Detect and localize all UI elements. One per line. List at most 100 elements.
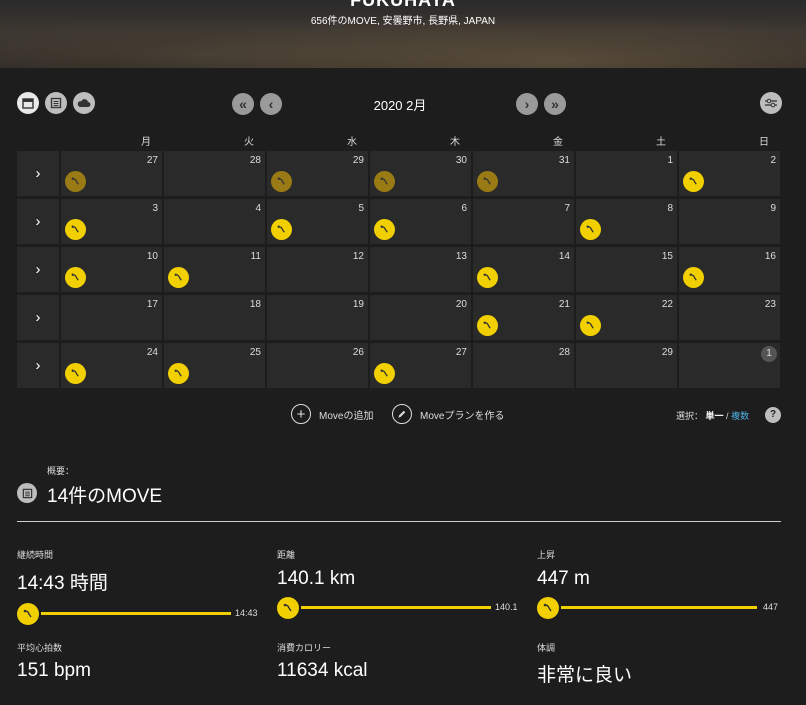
calendar-day-cell[interactable]: 16 [679, 247, 780, 292]
activity-icon[interactable] [374, 171, 395, 192]
calendar-day-cell[interactable]: 23 [679, 295, 780, 340]
hero-banner: FUKUHAYA 656件のMOVE, 安曇野市, 長野県, JAPAN [0, 0, 806, 68]
calendar-day-cell[interactable]: 13 [370, 247, 471, 292]
calendar-day-cell[interactable]: 1 [679, 343, 780, 388]
activity-icon[interactable] [580, 219, 601, 240]
calendar-day-cell[interactable]: 27 [61, 151, 162, 196]
day-number: 3 [152, 203, 158, 214]
calendar-day-cell[interactable]: 6 [370, 199, 471, 244]
calendar-day-cell[interactable]: 27 [370, 343, 471, 388]
activity-icon[interactable] [271, 219, 292, 240]
calendar-day-cell[interactable]: 5 [267, 199, 368, 244]
current-month-label: 2020 2月 [373, 98, 427, 113]
prev-year-button[interactable]: « [232, 93, 254, 115]
next-year-button[interactable]: » [544, 93, 566, 115]
activity-icon[interactable] [168, 363, 189, 384]
calendar-day-cell[interactable]: 3 [61, 199, 162, 244]
week-expand-button[interactable]: › [17, 199, 59, 244]
calendar-day-cell[interactable]: 10 [61, 247, 162, 292]
next-month-button[interactable]: › [516, 93, 538, 115]
calendar-day-cell[interactable]: 18 [164, 295, 265, 340]
activity-icon[interactable] [65, 171, 86, 192]
weekday-header: 火 [244, 137, 254, 148]
calendar-day-cell[interactable]: 11 [164, 247, 265, 292]
week-expand-button[interactable]: › [17, 343, 59, 388]
calendar-day-cell[interactable]: 20 [370, 295, 471, 340]
day-number: 6 [461, 203, 467, 214]
calories-label: 消費カロリー [277, 643, 332, 653]
calendar-day-cell[interactable]: 30 [370, 151, 471, 196]
calendar-day-cell[interactable]: 26 [267, 343, 368, 388]
calendar-day-cell[interactable]: 29 [267, 151, 368, 196]
activity-icon[interactable] [683, 267, 704, 288]
multi-select-option[interactable]: 複数 [731, 411, 749, 421]
sliders-icon [765, 98, 777, 108]
create-plan-label: Moveプランを作る [420, 410, 505, 422]
calendar-day-cell[interactable]: 2 [679, 151, 780, 196]
calendar-day-cell[interactable]: 12 [267, 247, 368, 292]
week-expand-button[interactable]: › [17, 247, 59, 292]
calendar-day-cell[interactable]: 7 [473, 199, 574, 244]
week-expand-button[interactable]: › [17, 295, 59, 340]
calendar-view-button[interactable] [17, 92, 39, 114]
help-icon[interactable]: ? [765, 407, 781, 423]
calendar-day-cell[interactable]: 24 [61, 343, 162, 388]
week-expand-button[interactable]: › [17, 151, 59, 196]
create-plan-button[interactable]: Moveプランを作る [392, 404, 504, 424]
activity-icon[interactable] [683, 171, 704, 192]
calendar-icon [22, 98, 34, 109]
heart-rate-value: 151 bpm [17, 660, 91, 681]
select-label: 選択： [676, 411, 704, 421]
activity-icon[interactable] [580, 315, 601, 336]
weekday-header: 木 [450, 137, 460, 148]
cloud-view-button[interactable] [73, 92, 95, 114]
activity-icon[interactable] [65, 219, 86, 240]
calendar-day-cell[interactable]: 15 [576, 247, 677, 292]
activity-icon[interactable] [168, 267, 189, 288]
day-number: 18 [249, 299, 261, 310]
calendar-day-cell[interactable]: 28 [473, 343, 574, 388]
activity-icon[interactable] [271, 171, 292, 192]
add-move-button[interactable]: + Moveの追加 [291, 404, 373, 424]
calendar-day-cell[interactable]: 28 [164, 151, 265, 196]
selection-mode: 選択： 単一 / 複数 [676, 409, 749, 422]
pencil-icon [392, 404, 412, 424]
activity-icon[interactable] [65, 363, 86, 384]
feeling-value: 非常に良い [537, 665, 633, 686]
day-number: 27 [455, 347, 467, 358]
calendar-day-cell[interactable]: 31 [473, 151, 574, 196]
activity-icon[interactable] [477, 267, 498, 288]
activity-icon[interactable] [374, 363, 395, 384]
double-chevron-left-icon: « [239, 96, 247, 112]
activity-icon [17, 603, 39, 625]
day-number: 8 [667, 203, 673, 214]
calendar-day-cell[interactable]: 1 [576, 151, 677, 196]
calendar-day-cell[interactable]: 21 [473, 295, 574, 340]
calendar-day-cell[interactable]: 4 [164, 199, 265, 244]
activity-icon[interactable] [374, 219, 395, 240]
activity-icon [277, 597, 299, 619]
calendar-day-cell[interactable]: 22 [576, 295, 677, 340]
single-select-option[interactable]: 単一 [706, 411, 724, 421]
activity-icon[interactable] [477, 171, 498, 192]
summary-title: 14件のMOVE [47, 486, 163, 507]
calendar-day-cell[interactable]: 19 [267, 295, 368, 340]
calendar-day-cell[interactable]: 17 [61, 295, 162, 340]
duration-bar-fill [41, 612, 231, 615]
calendar-day-cell[interactable]: 14 [473, 247, 574, 292]
prev-month-button[interactable]: ‹ [260, 93, 282, 115]
filter-button[interactable] [760, 92, 782, 114]
calendar-day-cell[interactable]: 8 [576, 199, 677, 244]
list-view-button[interactable] [45, 92, 67, 114]
activity-icon[interactable] [477, 315, 498, 336]
summary-list-icon [17, 483, 37, 503]
day-number: 15 [661, 251, 673, 262]
calendar-day-cell[interactable]: 9 [679, 199, 780, 244]
activity-icon[interactable] [65, 267, 86, 288]
chevron-left-icon: ‹ [268, 96, 274, 112]
hero-title: FUKUHAYA [350, 0, 456, 10]
calendar-day-cell[interactable]: 29 [576, 343, 677, 388]
weekday-header: 月 [141, 137, 151, 148]
ascent-bar-value: 447 [763, 602, 779, 612]
calendar-day-cell[interactable]: 25 [164, 343, 265, 388]
